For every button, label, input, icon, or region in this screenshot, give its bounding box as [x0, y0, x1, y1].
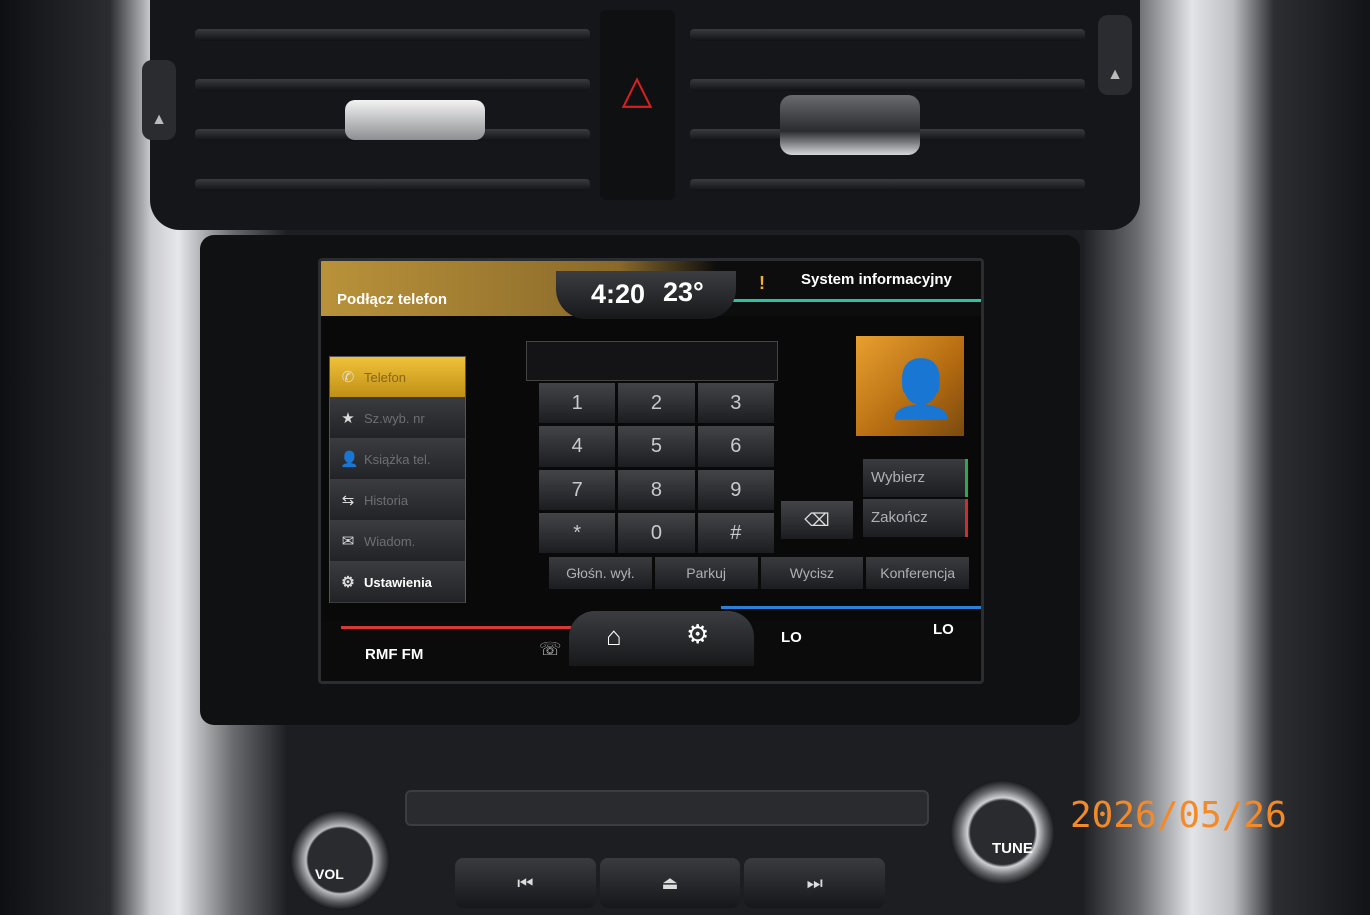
settings-icon: ⚙: [341, 574, 355, 591]
backspace-icon[interactable]: ⌫: [781, 501, 853, 539]
left-vent-knob[interactable]: [345, 100, 485, 140]
key-5[interactable]: 5: [618, 426, 695, 467]
next-track-icon[interactable]: ⏭: [744, 858, 886, 908]
dial-button[interactable]: Wybierz: [863, 459, 968, 497]
dial-keypad: 1 2 3 4 5 6 7 8 9 * 0 #: [539, 383, 774, 553]
key-1[interactable]: 1: [539, 383, 616, 424]
outside-temperature: 23°: [663, 277, 704, 307]
menu-item-label: Ustawienia: [364, 574, 432, 590]
key-8[interactable]: 8: [618, 469, 695, 510]
contact-icon: 👤: [340, 451, 359, 468]
key-9[interactable]: 9: [697, 469, 774, 510]
volume-knob[interactable]: [290, 810, 390, 910]
alert-icon[interactable]: !: [759, 273, 765, 294]
menu-item-settings[interactable]: ⚙ Ustawienia: [330, 562, 465, 603]
key-hash[interactable]: #: [697, 512, 774, 553]
radio-station[interactable]: RMF FM: [365, 646, 423, 663]
menu-item-label: Historia: [364, 492, 409, 508]
hazard-icon: △: [621, 68, 653, 112]
key-3[interactable]: 3: [697, 383, 774, 424]
settings-gear-icon[interactable]: ⚙: [686, 619, 709, 650]
menu-item-phonebook[interactable]: 👤 Książka tel.: [330, 439, 465, 480]
avatar-icon: 👤: [886, 357, 956, 420]
tune-knob[interactable]: [950, 780, 1055, 885]
menu-item-label: Sz.wyb. nr: [364, 410, 425, 426]
connect-phone-link[interactable]: Podłącz telefon: [337, 291, 447, 308]
cd-slot: [405, 790, 929, 826]
history-icon: ⇆: [341, 492, 355, 509]
phone-status-icon[interactable]: ☏: [539, 639, 562, 660]
speaker-off-button[interactable]: Głośn. wył.: [549, 557, 652, 589]
tune-label: TUNE: [992, 840, 1033, 857]
park-button[interactable]: Parkuj: [654, 557, 758, 589]
key-6[interactable]: 6: [697, 426, 774, 467]
end-call-button[interactable]: Zakończ: [863, 499, 968, 537]
menu-item-history[interactable]: ⇆ Historia: [330, 480, 465, 521]
clock-time: 4:20: [591, 279, 646, 309]
key-2[interactable]: 2: [618, 383, 695, 424]
home-panel: [569, 611, 754, 666]
phone-icon: ✆: [341, 369, 355, 386]
audio-accent-line: [341, 626, 586, 629]
driver-temperature[interactable]: LO: [781, 629, 802, 646]
passenger-temperature[interactable]: LO: [933, 621, 954, 638]
menu-item-label: Telefon: [364, 369, 406, 385]
menu-item-label: Wiadom.: [364, 533, 416, 549]
system-info-button[interactable]: System informacyjny: [801, 271, 952, 288]
star-icon: ★: [341, 410, 355, 427]
conference-button[interactable]: Konferencja: [866, 557, 969, 589]
media-controls: ⏮ ⏏ ⏭: [455, 858, 886, 908]
eject-icon[interactable]: ⏏: [599, 858, 741, 908]
previous-track-icon[interactable]: ⏮: [455, 858, 596, 908]
left-vent-tab[interactable]: ▲: [142, 60, 176, 140]
volume-label: VOL: [315, 866, 344, 882]
right-vent-tab[interactable]: ▲: [1098, 15, 1132, 95]
climate-accent-line: [721, 606, 981, 609]
dialed-number-field[interactable]: [526, 341, 778, 381]
menu-item-label: Książka tel.: [364, 451, 431, 467]
right-vent-knob[interactable]: [780, 95, 920, 155]
key-4[interactable]: 4: [539, 426, 616, 467]
menu-item-speed-dial[interactable]: ★ Sz.wyb. nr: [330, 398, 465, 439]
key-star[interactable]: *: [539, 512, 616, 553]
status-accent-line: [716, 299, 981, 302]
date-stamp: 2026/05/26: [1070, 795, 1287, 836]
clock-panel: [556, 271, 736, 319]
menu-item-phone[interactable]: ✆ Telefon: [330, 357, 465, 398]
key-0[interactable]: 0: [618, 512, 695, 553]
menu-item-messages[interactable]: ✉ Wiadom.: [330, 521, 465, 562]
messages-icon: ✉: [341, 533, 355, 550]
infotainment-screen: Podłącz telefon 4:20 23° ! System inform…: [318, 258, 984, 684]
mute-button[interactable]: Wycisz: [760, 557, 864, 589]
home-icon[interactable]: ⌂: [606, 621, 622, 652]
phone-side-menu: ✆ Telefon ★ Sz.wyb. nr 👤 Książka tel. ⇆ …: [329, 356, 466, 603]
key-7[interactable]: 7: [539, 469, 616, 510]
call-actions: Głośn. wył. Parkuj Wycisz Konferencja: [549, 557, 969, 589]
